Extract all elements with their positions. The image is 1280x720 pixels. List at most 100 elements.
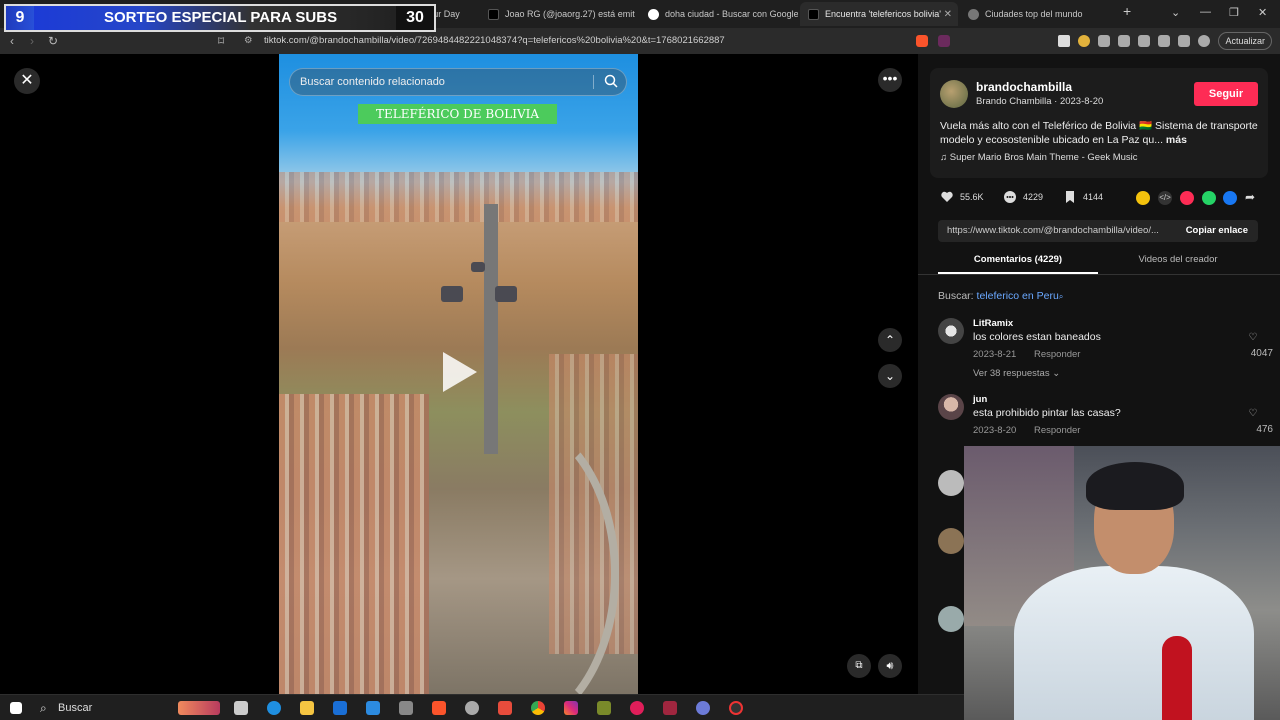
more-link[interactable]: más — [1166, 134, 1187, 146]
media-player-icon[interactable] — [630, 701, 644, 715]
close-window-icon[interactable]: ✕ — [1258, 6, 1267, 19]
windows-start-icon[interactable] — [10, 702, 22, 714]
extension-icon[interactable] — [1138, 35, 1150, 47]
task-view-icon[interactable] — [234, 701, 248, 715]
back-icon[interactable]: ‹ — [10, 34, 14, 48]
microphone — [1162, 636, 1192, 720]
video-player[interactable]: Buscar contenido relacionado TELEFÉRICO … — [279, 54, 638, 694]
comment-count: 4229 — [1023, 192, 1044, 202]
app-icon[interactable] — [597, 701, 611, 715]
obs-icon[interactable] — [729, 701, 743, 715]
panel-tabs: Comentarios (4229) Videos del creador — [938, 250, 1258, 274]
reply-button[interactable]: Responder — [1034, 349, 1080, 360]
music-icon[interactable] — [1118, 35, 1130, 47]
copy-link-button[interactable]: Copiar enlace — [1186, 220, 1248, 242]
edge-icon[interactable] — [267, 701, 281, 715]
search-suggestion[interactable]: Buscar: teleferico en Peru⌕ — [938, 290, 1063, 302]
send-icon[interactable] — [1180, 191, 1194, 205]
view-replies-link[interactable]: Ver 38 respuestas ⌄ — [973, 368, 1060, 379]
play-icon[interactable] — [443, 352, 477, 392]
extension-icon[interactable] — [1178, 35, 1190, 47]
minimize-icon[interactable]: — — [1200, 6, 1211, 18]
taskbar: ⌕ Buscar — [0, 694, 964, 720]
chevron-up-icon[interactable]: ⌃ — [878, 328, 902, 352]
instagram-icon[interactable] — [564, 701, 578, 715]
reply-button[interactable]: Responder — [1034, 425, 1080, 436]
overlay-title: SORTEO ESPECIAL PARA SUBS — [34, 6, 396, 30]
volume-icon[interactable]: 🔊︎ — [878, 654, 902, 678]
site-info-icon[interactable]: ⚙ — [244, 32, 253, 50]
app-icon[interactable] — [465, 701, 479, 715]
comment-like-button[interactable]: ♡ 476 — [1243, 408, 1273, 435]
comment-like-button[interactable]: ♡ 4047 — [1243, 332, 1273, 359]
share-arrow-icon[interactable]: ➦ — [1245, 191, 1259, 205]
wallet-icon[interactable] — [1158, 35, 1170, 47]
related-search-input[interactable]: Buscar contenido relacionado — [289, 68, 627, 96]
coin-share-icon[interactable] — [1136, 191, 1150, 205]
music-info[interactable]: ♫ Super Mario Bros Main Theme - Geek Mus… — [940, 152, 1138, 163]
search-suggestion-term[interactable]: teleferico en Peru — [977, 290, 1059, 302]
embed-icon[interactable]: </> — [1158, 191, 1172, 205]
whatsapp-icon[interactable] — [1202, 191, 1216, 205]
comment-date: 2023-8-20 — [973, 425, 1017, 436]
avatar[interactable] — [938, 606, 964, 632]
avatar[interactable] — [938, 394, 964, 420]
close-icon[interactable]: ✕ — [14, 68, 40, 94]
tab-joao[interactable]: Joao RG (@joaorg.27) está emitiendo — [480, 2, 635, 26]
app-icon[interactable] — [399, 701, 413, 715]
reload-icon[interactable]: ↻ — [48, 34, 58, 48]
puzzle-icon[interactable] — [1098, 35, 1110, 47]
chrome-icon[interactable] — [531, 701, 545, 715]
facebook-icon[interactable] — [1223, 191, 1237, 205]
chevron-down-icon[interactable]: ⌄ — [878, 364, 902, 388]
comment-button[interactable]: 4229 — [1003, 190, 1043, 204]
avatar[interactable] — [938, 528, 964, 554]
avatar[interactable] — [938, 318, 964, 344]
brave-shield-icon[interactable] — [916, 35, 928, 47]
pip-icon[interactable]: ⧉ — [847, 654, 871, 678]
url-field[interactable]: ⚙ tiktok.com/@brandochambilla/video/7269… — [240, 32, 955, 50]
webcam-overlay — [964, 446, 1280, 720]
taskbar-search-label: Buscar — [58, 702, 93, 714]
extension-icon[interactable] — [1058, 35, 1070, 47]
description-text: Vuela más alto con el Teleférico de Boli… — [940, 120, 1258, 146]
avatar[interactable] — [940, 80, 968, 108]
close-tab-icon[interactable]: ✕ — [944, 9, 952, 20]
widget-icon[interactable] — [178, 701, 220, 715]
new-tab-icon[interactable]: + — [1123, 3, 1131, 19]
tab-comments[interactable]: Comentarios (4229) — [938, 250, 1098, 274]
like-button[interactable]: 55.6K — [940, 190, 984, 204]
comment-username[interactable]: jun — [973, 394, 987, 405]
chevron-down-icon: ⌄ — [1052, 368, 1061, 379]
brave-rewards-icon[interactable] — [938, 35, 950, 47]
tiktok-icon — [488, 8, 499, 20]
mail-icon[interactable] — [366, 701, 380, 715]
update-button[interactable]: Actualizar — [1218, 32, 1272, 50]
bookmark-icon[interactable]: ⌑ — [218, 34, 224, 48]
forward-icon[interactable]: › — [30, 34, 34, 48]
follow-button[interactable]: Seguir — [1194, 82, 1258, 106]
tab-google[interactable]: doha ciudad - Buscar con Google — [640, 2, 798, 26]
author-username[interactable]: brandochambilla — [976, 80, 1072, 94]
tab-active-telefericos[interactable]: Encuentra 'telefericos bolivia' ✕ — [800, 2, 958, 26]
discord-icon[interactable] — [696, 701, 710, 715]
comment-icon — [1004, 191, 1016, 203]
search-icon[interactable] — [604, 74, 618, 88]
store-icon[interactable] — [333, 701, 347, 715]
comment-username[interactable]: LitRamix — [973, 318, 1013, 329]
comment-like-count: 4047 — [1250, 348, 1273, 359]
restore-icon[interactable]: ❐ — [1229, 6, 1239, 19]
tab-ciudades[interactable]: Ciudades top del mundo — [960, 2, 1110, 26]
app-icon[interactable] — [663, 701, 677, 715]
vpn-icon[interactable] — [1198, 35, 1210, 47]
save-button[interactable]: 4144 — [1063, 190, 1103, 204]
chevron-down-icon[interactable]: ⌄ — [1171, 6, 1180, 19]
app-icon[interactable] — [498, 701, 512, 715]
extension-icon[interactable] — [1078, 35, 1090, 47]
video-link[interactable]: https://www.tiktok.com/@brandochambilla/… — [947, 225, 1159, 236]
avatar[interactable] — [938, 470, 964, 496]
brave-icon[interactable] — [432, 701, 446, 715]
tab-creator-videos[interactable]: Videos del creador — [1098, 250, 1258, 274]
more-options-icon[interactable]: ••• — [878, 68, 902, 92]
file-explorer-icon[interactable] — [300, 701, 314, 715]
